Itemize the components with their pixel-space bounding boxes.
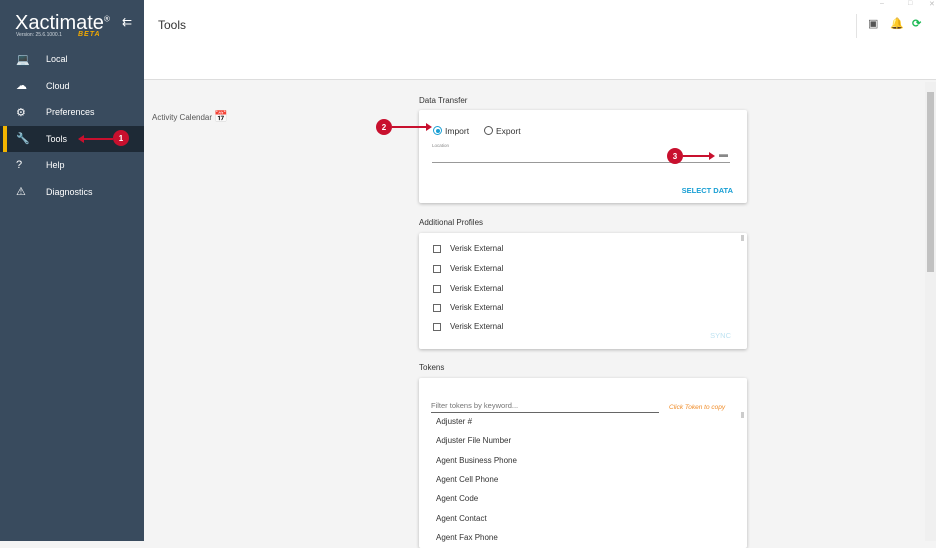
profile-checkbox[interactable]: Verisk External (433, 303, 503, 312)
activity-calendar-label: Activity Calendar (152, 113, 213, 122)
sidebar-item-label: Help (46, 160, 65, 171)
tokens-title: Tokens (419, 363, 445, 372)
export-radio[interactable]: Export (484, 122, 521, 140)
token-item[interactable]: Adjuster # (436, 417, 472, 426)
scrollbar-thumb[interactable] (927, 92, 934, 272)
gear-icon: ⚙ (16, 106, 26, 119)
sidebar-item-label: Local (46, 54, 68, 65)
select-data-button[interactable]: SELECT DATA (682, 186, 733, 195)
annotation-arrow (683, 152, 715, 160)
warning-icon: ⚠ (16, 186, 26, 199)
sidebar-item-label: Cloud (46, 80, 70, 91)
scrollbar[interactable] (741, 235, 744, 241)
tokens-card: Click Token to copy Adjuster # Adjuster … (419, 378, 747, 548)
main-scrollbar[interactable] (925, 82, 936, 541)
sidebar-nav: 💻 Local ☁ Cloud ⚙ Preferences 🔧 Tools ? Help … (0, 46, 144, 205)
profile-label: Verisk External (450, 284, 504, 293)
annotation-arrow (392, 123, 432, 131)
profile-checkbox[interactable]: Verisk External (433, 322, 503, 331)
checkbox-icon (433, 264, 441, 273)
radio-icon (484, 126, 493, 136)
profile-checkbox[interactable]: Verisk External (433, 244, 503, 253)
profile-label: Verisk External (450, 322, 504, 331)
token-item[interactable]: Agent Business Phone (436, 456, 517, 465)
cloud-icon: ☁ (16, 80, 27, 93)
divider (856, 14, 857, 38)
profile-label: Verisk External (450, 264, 504, 273)
token-hint: Click Token to copy (669, 404, 726, 411)
help-icon: ? (16, 159, 23, 172)
checkbox-icon (433, 322, 441, 331)
folder-icon[interactable]: ▬ (719, 149, 728, 159)
wrench-icon: 🔧 (16, 133, 30, 146)
sidebar-item-label: Diagnostics (46, 186, 93, 197)
collapse-menu-icon[interactable]: ⇇ (122, 15, 132, 29)
import-label: Import (445, 125, 470, 136)
checkbox-icon (433, 284, 441, 293)
location-label: Location (432, 143, 450, 148)
minimize-button[interactable]: – (880, 0, 884, 7)
data-transfer-title: Data Transfer (419, 96, 468, 105)
page-title: Tools (158, 18, 187, 32)
token-filter-input[interactable] (431, 399, 659, 413)
profiles-card: Verisk External Verisk External Verisk E… (419, 233, 747, 349)
additional-profiles-title: Additional Profiles (419, 218, 484, 227)
sidebar-item-label: Preferences (46, 107, 95, 118)
sync-button[interactable]: SYNC (710, 331, 731, 340)
import-radio[interactable]: Import (433, 122, 469, 140)
sidebar-item-local[interactable]: 💻 Local (0, 46, 144, 73)
token-item[interactable]: Adjuster File Number (436, 436, 511, 445)
sidebar-item-preferences[interactable]: ⚙ Preferences (0, 99, 144, 126)
sidebar-item-diagnostics[interactable]: ⚠ Diagnostics (0, 179, 144, 206)
export-label: Export (496, 125, 521, 136)
annotation-arrow (78, 135, 113, 143)
scrollbar[interactable] (741, 412, 744, 418)
annotation-marker: 2 (376, 119, 392, 135)
bell-icon[interactable]: 🔔 (890, 17, 904, 30)
checkbox-icon (433, 303, 441, 312)
beta-badge: BETA (78, 31, 101, 38)
laptop-icon: 💻 (16, 53, 30, 66)
profile-label: Verisk External (450, 244, 504, 253)
calendar-icon[interactable]: 📅 (214, 111, 228, 123)
token-item[interactable]: Agent Code (436, 494, 478, 503)
profile-checkbox[interactable]: Verisk External (433, 284, 503, 293)
annotation-marker: 3 (667, 148, 683, 164)
token-item[interactable]: Agent Cell Phone (436, 475, 498, 484)
close-button[interactable]: ✕ (929, 0, 935, 8)
activity-calendar[interactable]: Activity Calendar 📅 (152, 110, 228, 123)
sidebar-item-cloud[interactable]: ☁ Cloud (0, 73, 144, 100)
app-version: Version: 25.6.1000.1 (16, 32, 62, 38)
radio-icon (433, 126, 442, 136)
sidebar-item-help[interactable]: ? Help (0, 152, 144, 179)
profile-checkbox[interactable]: Verisk External (433, 264, 503, 273)
header: Tools ▣ 🔔 ⟳ – □ ✕ (144, 0, 936, 80)
sidebar: Xactimate® Version: 25.6.1000.1 BETA ⇇ 💻… (0, 0, 144, 541)
annotation-marker: 1 (113, 130, 129, 146)
token-item[interactable]: Agent Contact (436, 514, 487, 523)
profile-icon[interactable]: ▣ (868, 17, 878, 30)
sync-icon[interactable]: ⟳ (912, 17, 921, 30)
sidebar-item-label: Tools (46, 133, 68, 144)
checkbox-icon (433, 244, 441, 253)
profile-label: Verisk External (450, 303, 504, 312)
maximize-button[interactable]: □ (908, 0, 912, 7)
